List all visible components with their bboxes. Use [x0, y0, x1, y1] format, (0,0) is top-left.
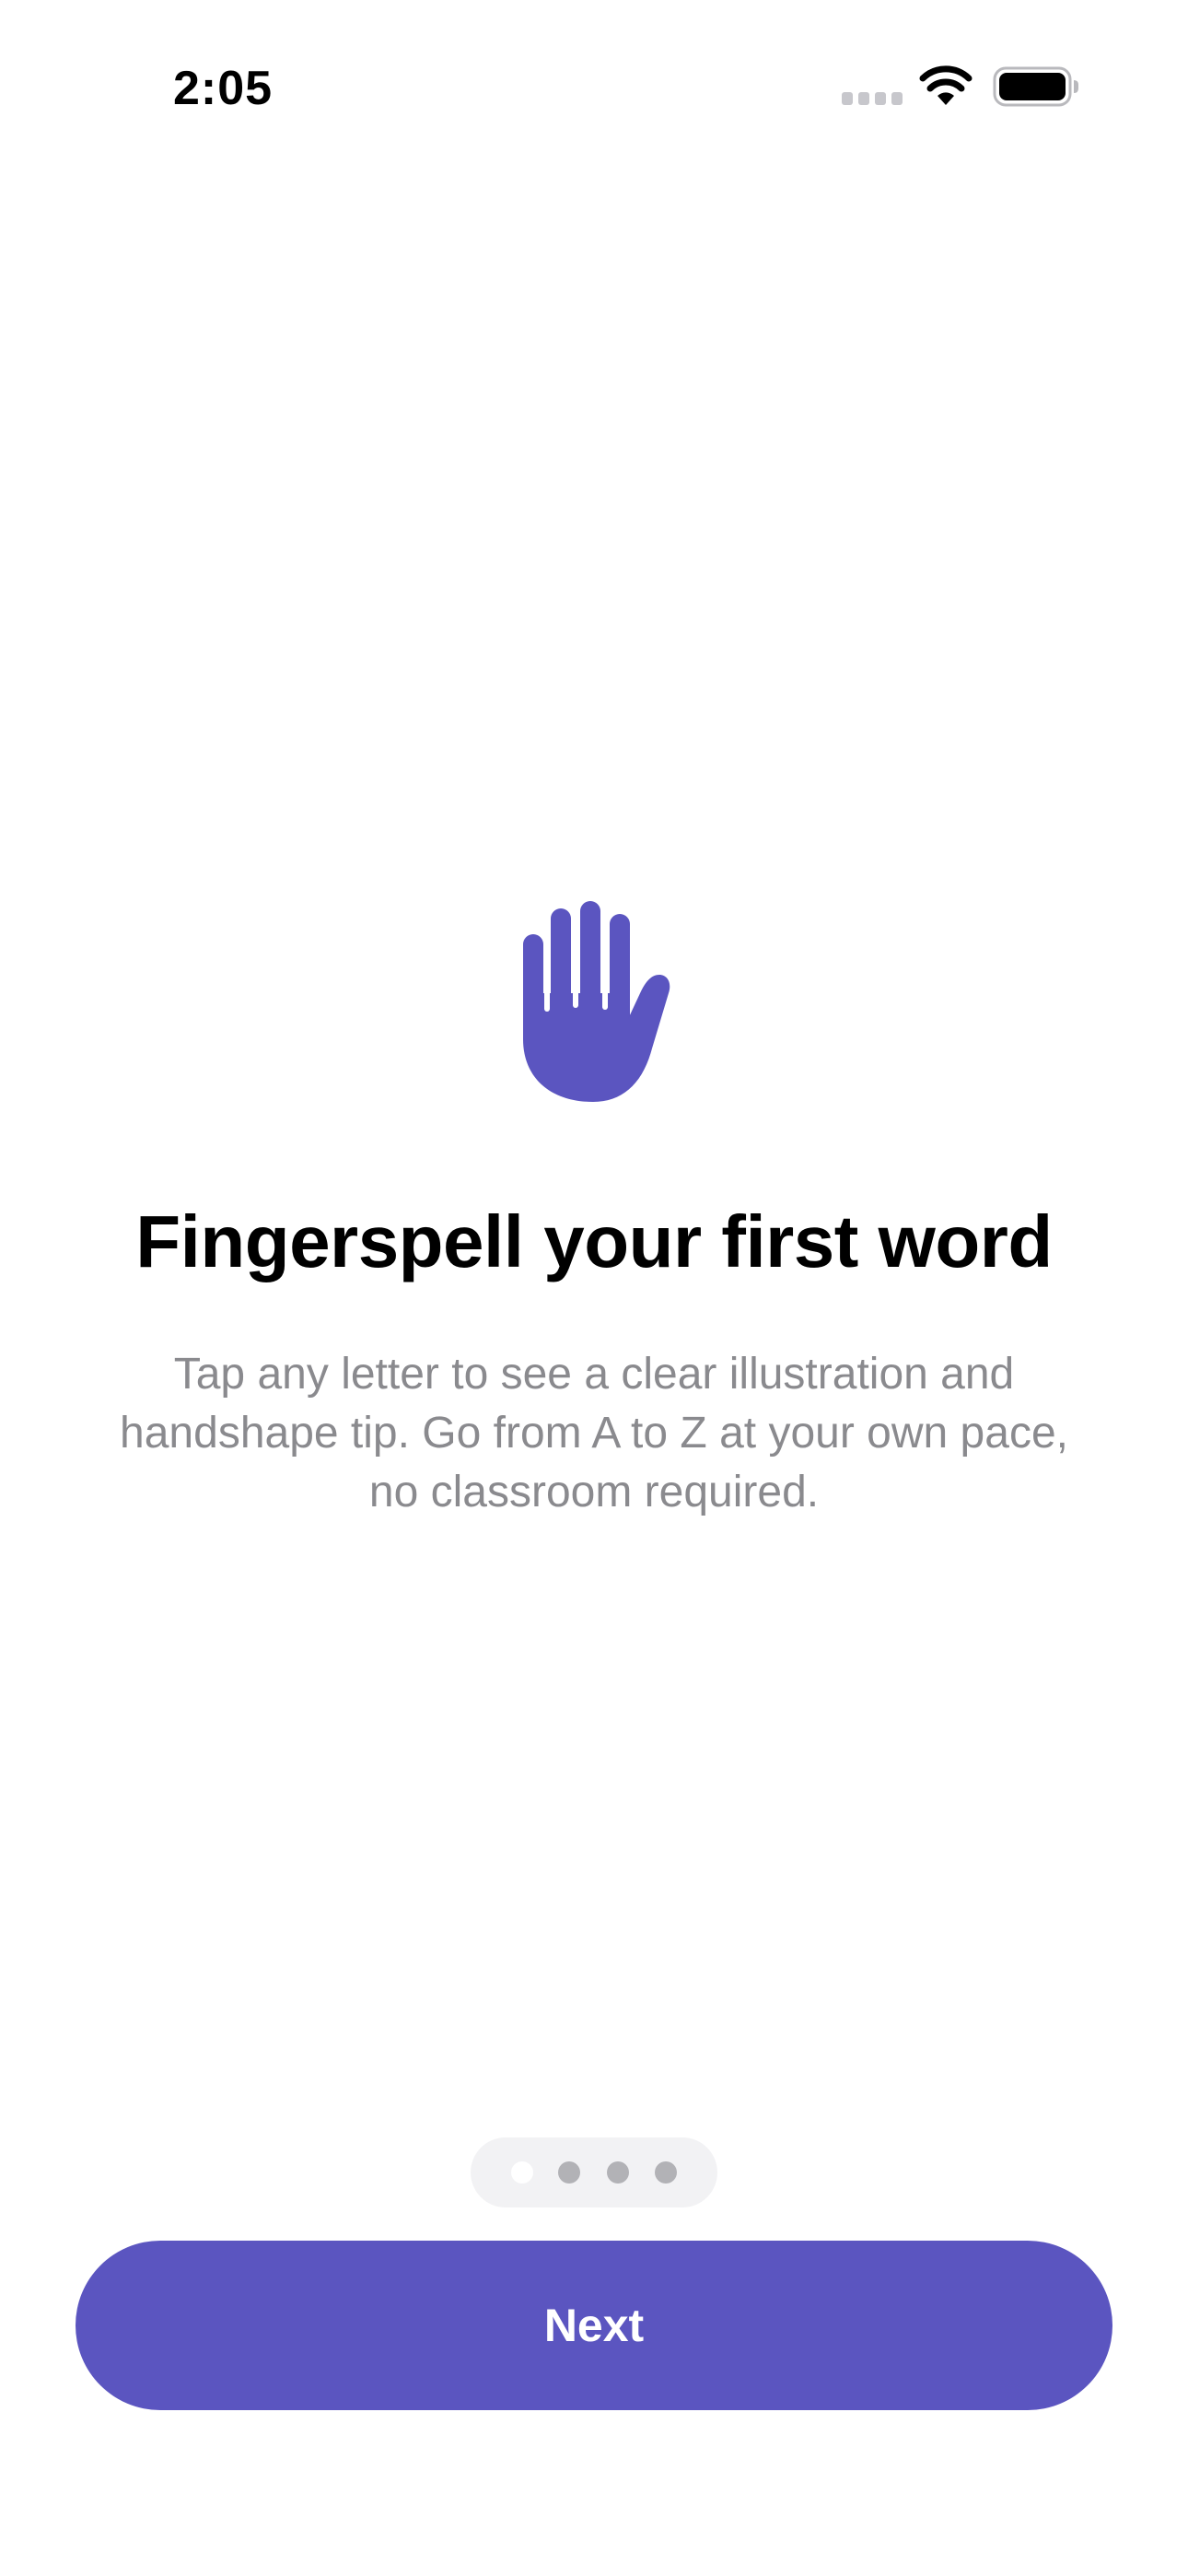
page-description: Tap any letter to see a clear illustrati…: [120, 1350, 1068, 1516]
next-button[interactable]: Next: [76, 2241, 1112, 2410]
raised-hand-icon: [523, 901, 670, 1102]
page-dot[interactable]: [558, 2161, 580, 2184]
page-indicator[interactable]: [471, 2137, 717, 2207]
cellular-signal-icon: [842, 92, 903, 105]
next-button-label: Next: [543, 2300, 645, 2351]
page-dot[interactable]: [511, 2161, 533, 2184]
battery-icon: [993, 66, 1078, 107]
wifi-icon: [919, 65, 973, 105]
page-dot[interactable]: [655, 2161, 677, 2184]
page-title: Fingerspell your first word: [135, 1200, 1053, 1282]
page-dot[interactable]: [607, 2161, 629, 2184]
status-bar: 2:05: [0, 0, 1188, 175]
status-time: 2:05: [173, 62, 274, 115]
